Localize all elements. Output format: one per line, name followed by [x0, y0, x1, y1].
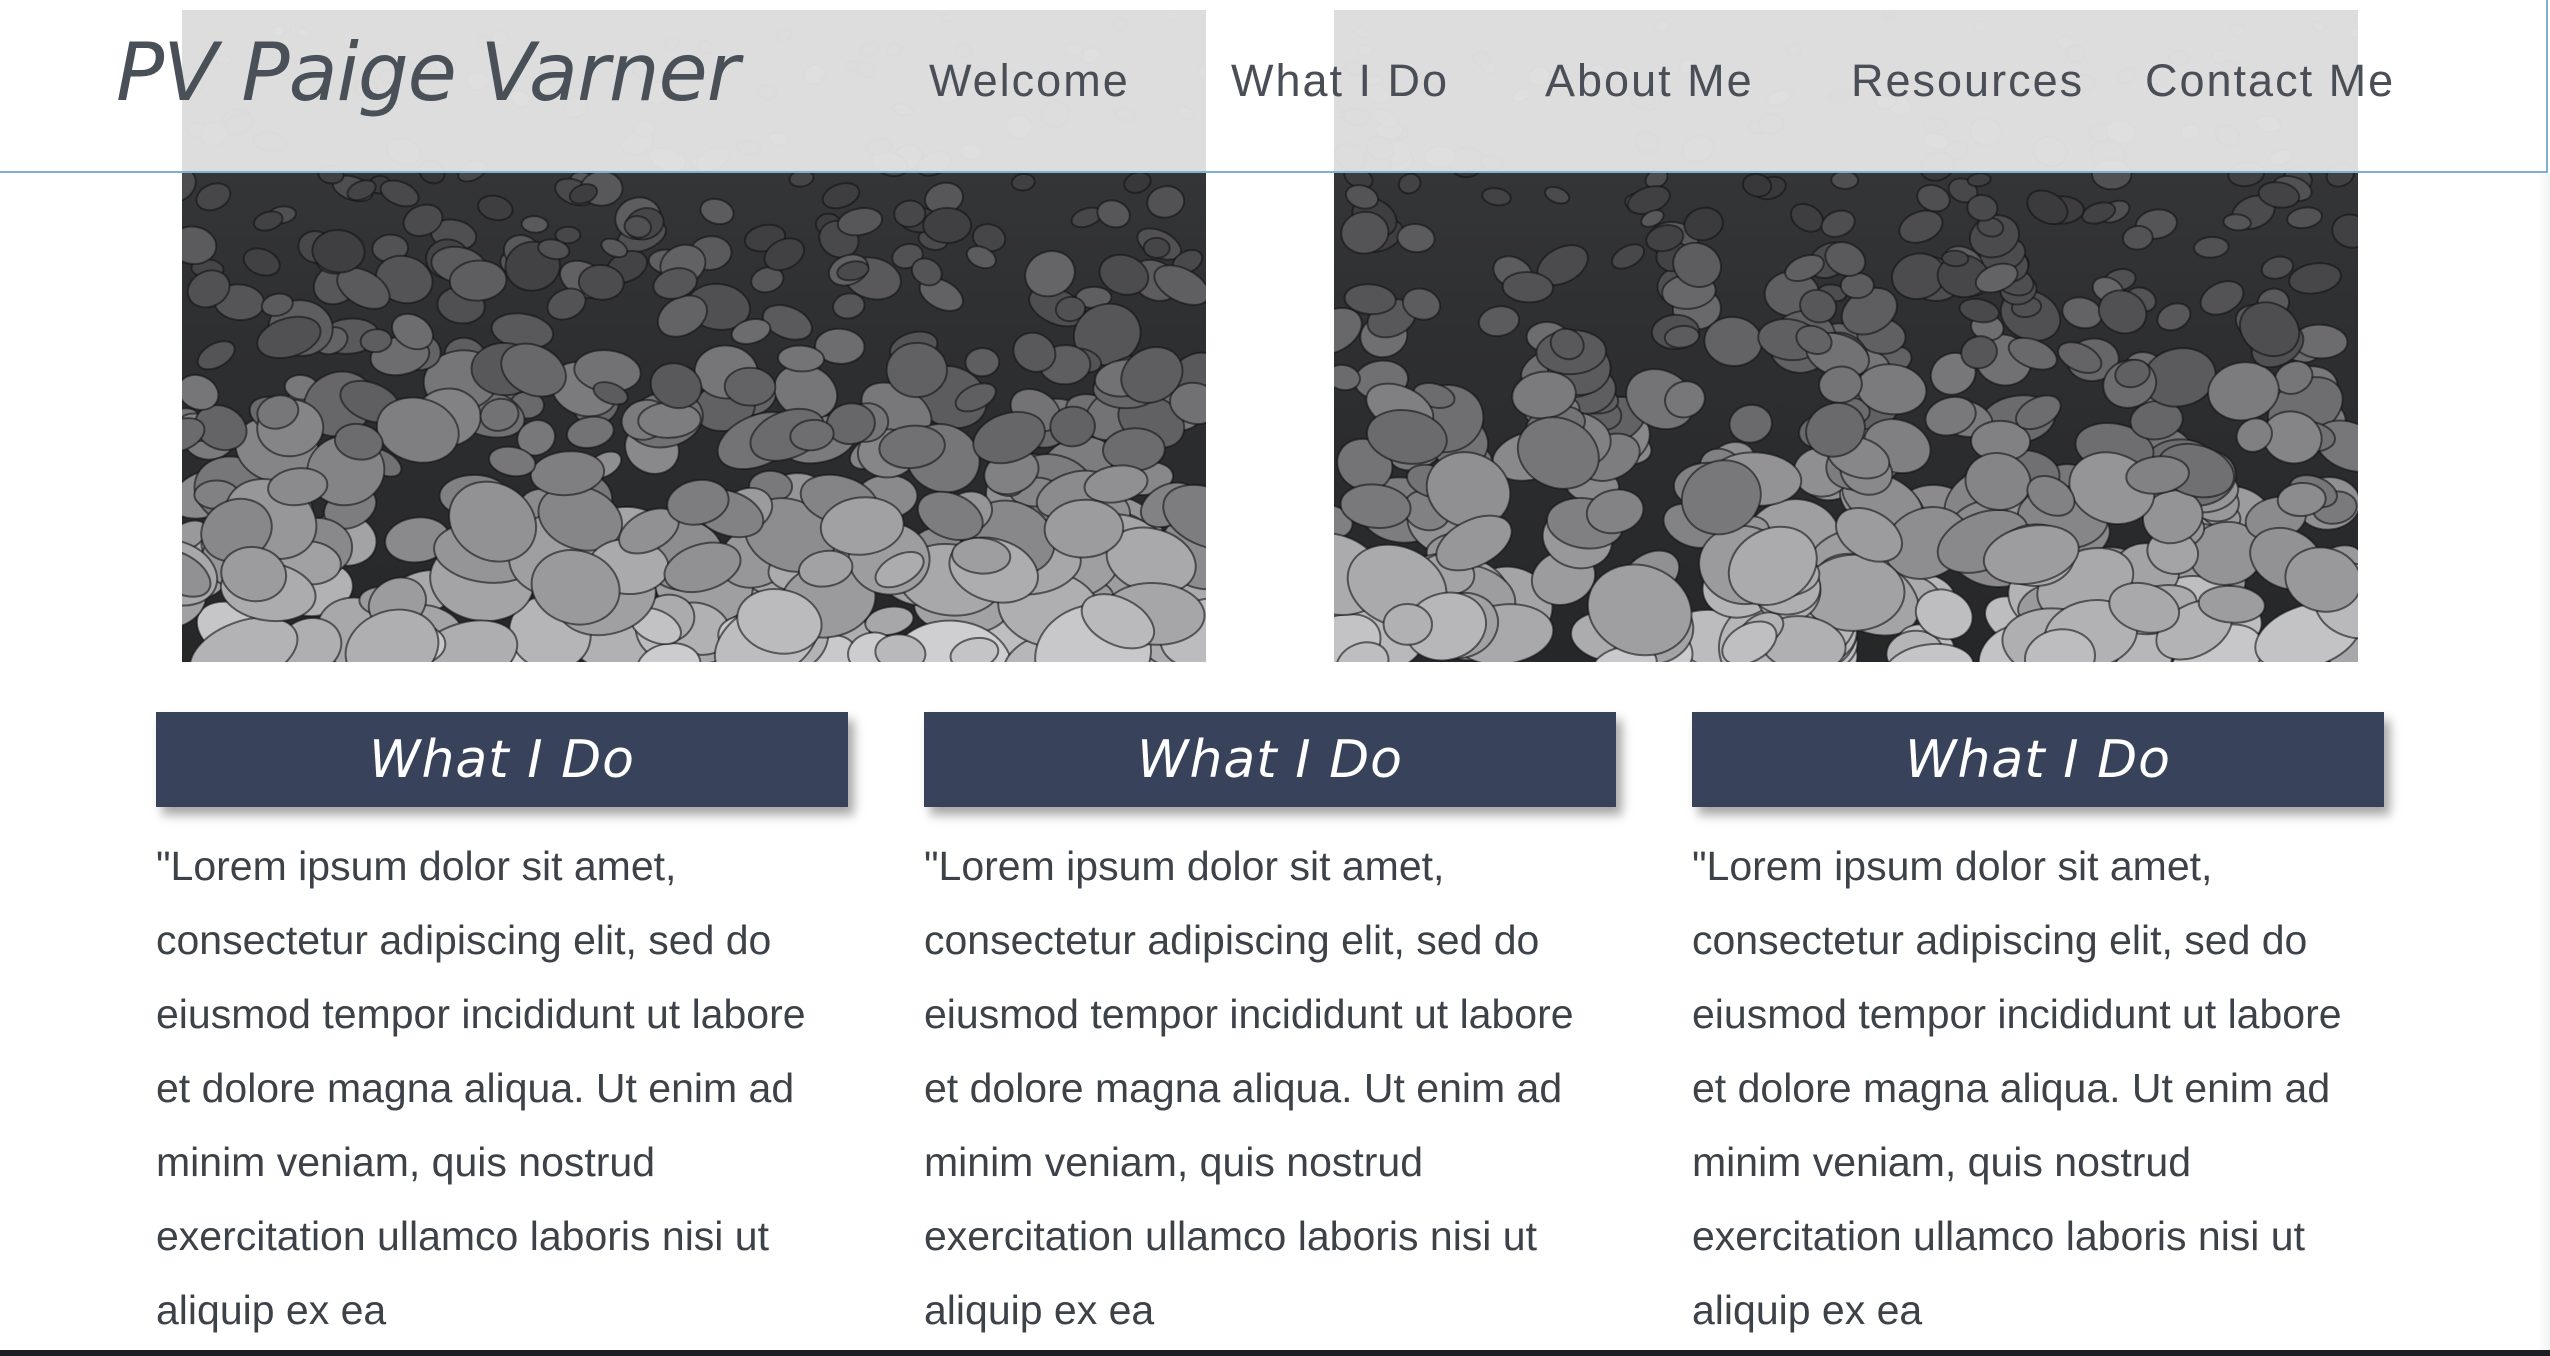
section-banner: What I Do [924, 712, 1616, 807]
nav-resources[interactable]: Resources [1851, 55, 2084, 107]
section-body-text: "Lorem ipsum dolor sit amet, consectetur… [156, 843, 806, 1333]
nav-what-i-do[interactable]: What I Do [1231, 55, 1449, 107]
site-header: PV Paige Varner Welcome What I Do About … [0, 0, 2548, 173]
content-column-2: What I Do "Lorem ipsum dolor sit amet, c… [924, 712, 1616, 1347]
nav-about-me[interactable]: About Me [1545, 55, 1754, 107]
site-logo[interactable]: PV Paige Varner [116, 26, 740, 119]
section-title: What I Do [369, 729, 635, 790]
section-banner: What I Do [1692, 712, 2384, 807]
page-bottom-divider [0, 1350, 2550, 1356]
page-edge-shade [2538, 173, 2550, 1350]
section-body-text: "Lorem ipsum dolor sit amet, consectetur… [1692, 843, 2342, 1333]
section-title: What I Do [1905, 729, 2171, 790]
section-banner: What I Do [156, 712, 848, 807]
nav-contact-me[interactable]: Contact Me [2145, 55, 2395, 107]
section-title: What I Do [1137, 729, 1403, 790]
content-column-3: What I Do "Lorem ipsum dolor sit amet, c… [1692, 712, 2384, 1347]
section-body-text: "Lorem ipsum dolor sit amet, consectetur… [924, 843, 1574, 1333]
nav-welcome[interactable]: Welcome [929, 55, 1130, 107]
content-column-1: What I Do "Lorem ipsum dolor sit amet, c… [156, 712, 848, 1347]
